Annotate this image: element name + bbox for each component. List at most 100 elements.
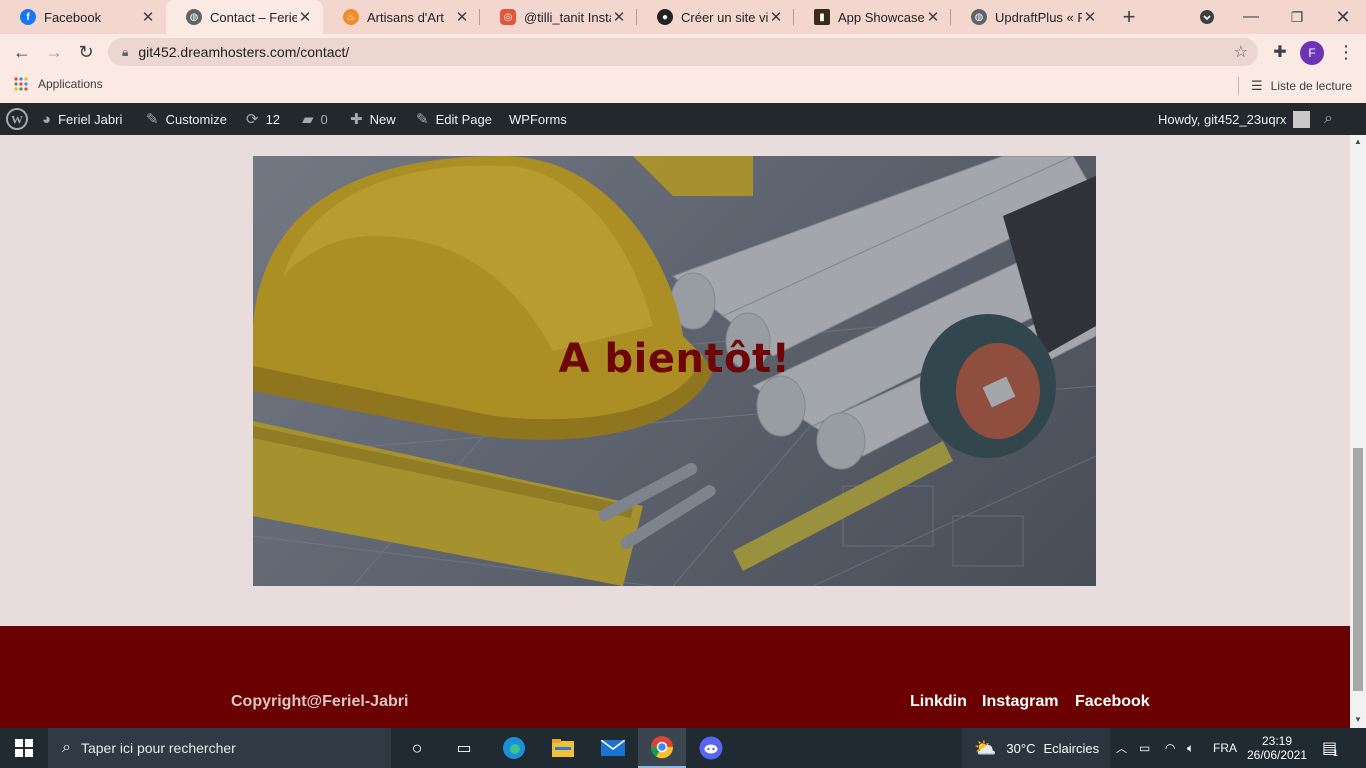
weather-description: Eclaircies (1043, 740, 1100, 756)
page-scrollbar[interactable]: ▲ ▼ (1350, 135, 1366, 728)
close-icon[interactable]: ✕ (925, 8, 941, 26)
browser-toolbar: ← → ↻ 🔒︎ git452.dreamhosters.com/contact… (0, 34, 1366, 70)
footer-link-linkedin[interactable]: Linkdin (910, 693, 967, 711)
new-label: New (369, 111, 396, 127)
tab-contact[interactable]: ◍ Contact – Feriel Jabri ✕ (166, 0, 323, 34)
star-icon[interactable]: ☆ (1234, 42, 1248, 62)
search-icon[interactable]: ⌕ (1324, 103, 1333, 135)
cortana-icon[interactable]: ○ (400, 728, 434, 768)
extensions-icon[interactable]: ✚ (1266, 38, 1294, 66)
chrome-taskbar-icon[interactable] (638, 728, 686, 768)
search-icon: ⌕ (62, 739, 71, 756)
apps-grid-icon (14, 77, 28, 91)
site-name-label: Feriel Jabri (58, 111, 123, 127)
reload-icon[interactable]: ↻ (72, 38, 100, 66)
site-name-menu[interactable]: ◕ Feriel Jabri (42, 103, 122, 135)
scroll-down-icon[interactable]: ▼ (1354, 715, 1362, 724)
weather-widget[interactable]: ⛅ 30°C Eclaircies (962, 728, 1110, 768)
copyright-text: Copyright@Feriel-Jabri (231, 693, 409, 710)
bookmarks-bar: Applications ☰ Liste de lecture (0, 70, 1366, 103)
restore-icon[interactable]: ❐ (1282, 0, 1312, 34)
tab-title: @tilli_tanit Instagram (524, 9, 611, 25)
weather-temp: 30°C (1006, 740, 1036, 756)
mail-icon[interactable] (596, 728, 630, 768)
url-text: git452.dreamhosters.com/contact/ (138, 44, 350, 60)
scrollbar-thumb[interactable] (1353, 448, 1363, 691)
customize-label: Customize (165, 111, 227, 127)
tab-artisans[interactable]: ♨ Artisans d'Art ✕ (323, 0, 480, 34)
tab-search-icon[interactable] (1194, 0, 1220, 34)
globe-icon: ◍ (971, 9, 987, 25)
account-menu[interactable]: Howdy, git452_23uqrx (1158, 103, 1311, 135)
discord-icon[interactable] (694, 728, 728, 768)
clock[interactable]: 23:19 26/06/2021 (1247, 728, 1307, 768)
customize-link[interactable]: ✎ Customize (146, 103, 227, 135)
edit-page-link[interactable]: ✎ Edit Page (416, 103, 492, 135)
app-icon: ▮ (814, 9, 830, 25)
close-icon[interactable]: ✕ (297, 8, 313, 26)
tab-title: App Showcase WordPress (838, 9, 925, 25)
weather-cloud-sun-icon: ⛅ (974, 737, 997, 758)
wpforms-link[interactable]: WPForms (509, 103, 567, 135)
notification-count: 1 (1333, 748, 1339, 758)
clock-time: 23:19 (1261, 734, 1293, 748)
apps-label: Applications (38, 77, 103, 91)
svg-text:W: W (11, 113, 23, 127)
tab-updraftplus[interactable]: ◍ UpdraftPlus « Feriel ✕ (951, 0, 1108, 34)
wifi-icon[interactable]: ◠ (1165, 728, 1175, 768)
close-window-icon[interactable]: ✕ (1328, 0, 1358, 34)
minimize-icon[interactable]: — (1236, 0, 1266, 34)
tab-creer-site[interactable]: ● Créer un site vitrine ✕ (637, 0, 794, 34)
page-content: A bientôt! Copyright@Feriel-Jabri Linkdi… (0, 135, 1350, 728)
show-hidden-icons-chevron[interactable]: ︿ (1116, 728, 1127, 768)
reading-list-icon: ☰ (1251, 78, 1263, 93)
file-explorer-icon[interactable] (546, 728, 580, 768)
profile-avatar[interactable]: F (1300, 41, 1324, 65)
menu-icon[interactable]: ⋮ (1332, 38, 1360, 66)
updates-count: 12 (265, 111, 281, 127)
scroll-up-icon[interactable]: ▲ (1354, 137, 1362, 146)
comments-link[interactable]: ▰ 0 (302, 103, 328, 135)
facebook-icon: f (20, 9, 36, 25)
edge-icon[interactable] (497, 728, 531, 768)
tab-title: UpdraftPlus « Feriel (995, 9, 1082, 25)
dashboard-icon: ◕ (42, 110, 52, 128)
tab-title: Facebook (44, 9, 102, 25)
task-view-icon[interactable]: ▭ (447, 728, 481, 768)
close-icon[interactable]: ✕ (768, 8, 784, 26)
close-icon[interactable]: ✕ (140, 8, 156, 26)
apps-shortcut[interactable]: Applications (14, 77, 103, 91)
hero-banner: A bientôt! (253, 156, 1096, 586)
footer-link-facebook[interactable]: Facebook (1075, 693, 1150, 711)
windows-start-icon[interactable] (0, 728, 48, 768)
close-icon[interactable]: ✕ (611, 8, 627, 26)
reading-list[interactable]: ☰ Liste de lecture (1238, 77, 1352, 95)
avatar-icon: ● (657, 9, 673, 25)
hero-title: A bientôt! (558, 336, 791, 382)
wp-admin-bar: W ◕ Feriel Jabri ✎ Customize ⟳ 12 ▰ 0 ✚ … (0, 103, 1366, 135)
back-icon[interactable]: ← (8, 38, 36, 66)
browser-tab-strip: f Facebook ✕ ◍ Contact – Feriel Jabri ✕ … (0, 0, 1366, 34)
updates-link[interactable]: ⟳ 12 (246, 103, 280, 135)
comment-icon: ▰ (302, 111, 314, 128)
volume-icon[interactable]: 🔈︎ (1187, 728, 1194, 768)
tab-app-showcase[interactable]: ▮ App Showcase WordPress ✕ (794, 0, 951, 34)
notification-center-icon[interactable]: ▤ 1 (1322, 728, 1346, 768)
edit-page-label: Edit Page (435, 111, 492, 127)
input-language[interactable]: FRA (1213, 728, 1237, 768)
footer-link-instagram[interactable]: Instagram (982, 693, 1058, 711)
taskbar-search-box[interactable]: ⌕ Taper ici pour rechercher (48, 728, 391, 768)
site-footer: Copyright@Feriel-Jabri Linkdin Instagram… (0, 626, 1350, 728)
battery-icon[interactable]: ▭ (1139, 728, 1150, 768)
address-bar[interactable]: 🔒︎ git452.dreamhosters.com/contact/ ☆ (108, 38, 1258, 66)
wordpress-logo-icon[interactable]: W (6, 103, 28, 135)
tab-instagram[interactable]: ◎ @tilli_tanit Instagram ✕ (480, 0, 637, 34)
new-content-menu[interactable]: ✚ New (350, 103, 396, 135)
new-tab-icon[interactable]: + (1114, 0, 1144, 34)
forward-icon[interactable]: → (40, 38, 68, 66)
user-avatar (1293, 110, 1311, 128)
taskbar-search-placeholder: Taper ici pour rechercher (80, 740, 236, 756)
close-icon[interactable]: ✕ (454, 8, 470, 26)
close-icon[interactable]: ✕ (1082, 8, 1098, 26)
tab-facebook[interactable]: f Facebook ✕ (0, 0, 166, 34)
